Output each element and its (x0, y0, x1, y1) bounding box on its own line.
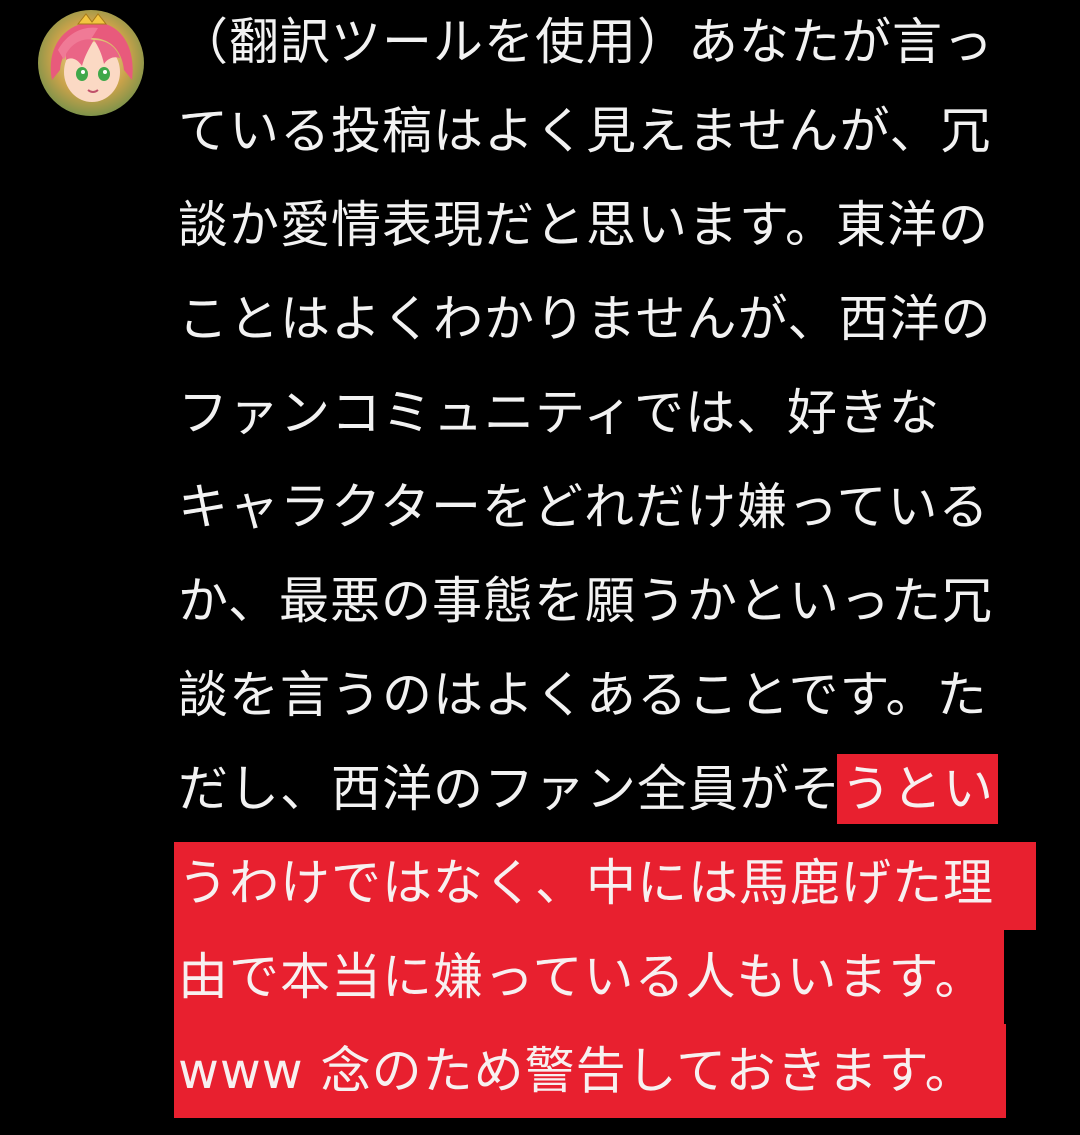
comment-text: （翻訳ツールを使用）あなたが言っ ている投稿はよく見えませんが、冗 談か愛情表現… (174, 0, 1048, 1118)
comment-line-5: ファンコミュニティでは、好きな (178, 384, 940, 442)
comment-line-2: ている投稿はよく見えませんが、冗 (178, 102, 992, 160)
comment-line-3: 談か愛情表現だと思います。東洋の (178, 196, 989, 254)
comment-line-9: だし、西洋のファン全員がそうとい (178, 742, 1048, 836)
comment-line-4: ことはよくわかりませんが、西洋の (178, 290, 992, 348)
comment-line-7: か、最悪の事態を願うかといった冗 (178, 572, 993, 630)
highlighted-text: うとい (837, 754, 998, 824)
comment-line-6: キャラクターをどれだけ嫌っている (178, 478, 990, 536)
comment-line-10-highlighted: うわけではなく、中には馬鹿げた理 (174, 836, 1048, 930)
comment-line-8: 談を言うのはよくあることです。た (178, 666, 988, 724)
avatar[interactable] (38, 10, 144, 116)
comment-line-11-highlighted: 由で本当に嫌っている人もいます。 (174, 930, 1048, 1024)
comment-line-1: （翻訳ツールを使用）あなたが言っ (178, 13, 994, 71)
anime-character-avatar-icon (38, 10, 144, 116)
comment-line-12-highlighted: www 念のため警告しておきます。 (174, 1024, 1048, 1118)
comment-row: （翻訳ツールを使用）あなたが言っ ている投稿はよく見えませんが、冗 談か愛情表現… (0, 0, 1080, 1135)
